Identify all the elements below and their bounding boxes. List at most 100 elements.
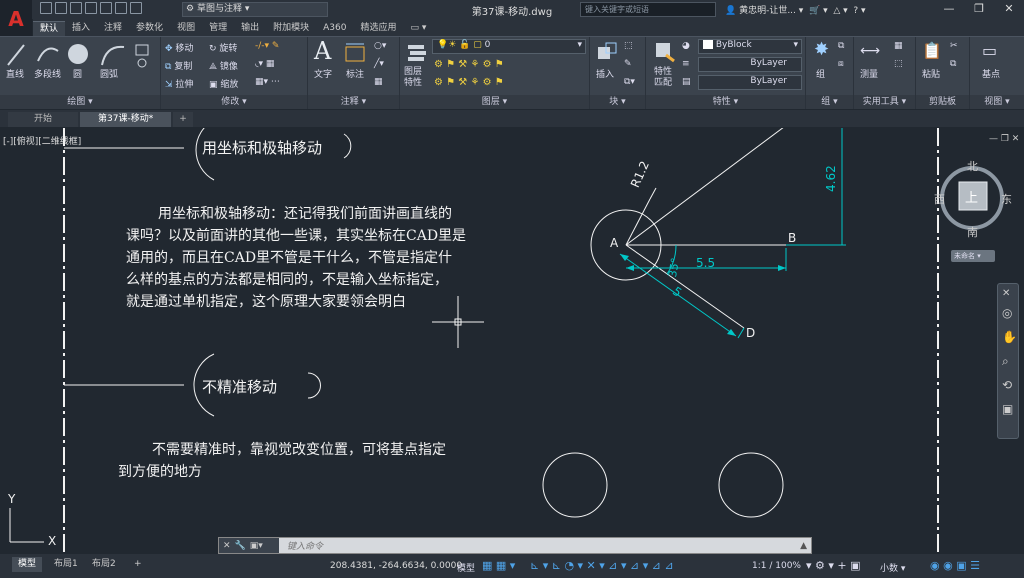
calculator-icon[interactable]: ▦ — [894, 41, 903, 51]
maximize-button[interactable]: ❐ — [964, 0, 994, 19]
scale-button[interactable]: ▣ 缩放 — [209, 77, 238, 90]
tab-addins[interactable]: 附加模块 — [266, 21, 316, 36]
tab-default[interactable]: 默认 — [33, 21, 66, 36]
tab-layout2[interactable]: 布局2 — [86, 557, 122, 572]
tab-featured-apps[interactable]: 精选应用 — [353, 21, 403, 36]
edit-block-icon[interactable]: ✎ — [624, 59, 632, 69]
group-button[interactable]: 组 — [816, 67, 825, 80]
tab-start[interactable]: 开始 — [8, 112, 79, 127]
draw-panel-label[interactable]: 绘图 ▾ — [0, 95, 160, 109]
workspace-switch-icon[interactable]: ▾ ⚙ ▾ + ▣ — [806, 559, 861, 572]
showmotion-icon[interactable]: ▣ — [1002, 402, 1013, 416]
tab-parametric[interactable]: 参数化 — [129, 21, 170, 36]
layer-dropdown[interactable]: 💡☀ 🔓 ▢ 0 ▾ — [432, 39, 586, 54]
paste-icon[interactable]: 📋 — [922, 41, 942, 60]
view-panel-label[interactable]: 视图 ▾ — [970, 95, 1024, 109]
minimize-button[interactable]: — — [934, 0, 964, 19]
steering-wheel-icon[interactable]: ◎ — [1002, 306, 1012, 320]
viewcube-east[interactable]: 东 — [1001, 191, 1012, 207]
zoom-icon[interactable]: ⌕ — [1002, 354, 1009, 369]
command-close-icon[interactable]: ✕ — [223, 541, 231, 551]
list-icon[interactable]: ▤ — [682, 77, 691, 87]
linetype-dropdown[interactable]: ByLayer — [698, 57, 802, 72]
block-panel-label[interactable]: 块 ▾ — [590, 95, 645, 109]
navbar-close-icon[interactable]: ✕ — [1002, 288, 1010, 299]
tab-output[interactable]: 输出 — [234, 21, 266, 36]
tab-a360[interactable]: A360 — [316, 21, 353, 36]
workspace-select[interactable]: ⚙ 草图与注释 ▾ — [182, 2, 328, 17]
customization-icons[interactable]: ◉ ◉ ▣ ☰ — [930, 559, 980, 572]
layers-panel-label[interactable]: 图层 ▾ — [400, 95, 589, 109]
groups-panel-label[interactable]: 组 ▾ — [806, 95, 853, 109]
layer-tools-row2-icon[interactable]: ⚙ ⚑ ⚒ ⚘ ⚙ ⚑ — [434, 77, 504, 88]
utilities-panel-label[interactable]: 实用工具 ▾ — [854, 95, 915, 109]
grid-icon[interactable]: ▦ ▦ ▾ — [482, 559, 515, 572]
wcs-menu[interactable]: 未命名 ▾ — [951, 250, 995, 262]
text-icon[interactable]: A — [314, 37, 331, 65]
command-expand-icon[interactable]: ▲ — [800, 541, 811, 551]
ungroup-icon[interactable]: ⧉ — [838, 41, 844, 51]
orbit-icon[interactable]: ⟲ — [1002, 378, 1012, 392]
text-button[interactable]: 文字 — [314, 67, 332, 80]
tab-annotate[interactable]: 注释 — [97, 21, 129, 36]
command-input[interactable]: 键入命令 — [279, 539, 800, 552]
color-wheel-icon[interactable]: ◕ — [682, 41, 690, 51]
cut-icon[interactable]: ✂ — [950, 41, 958, 51]
properties-panel-label[interactable]: 特性 ▾ — [646, 95, 805, 109]
command-history-icon[interactable]: ▣▾ — [250, 541, 263, 551]
drawing-canvas[interactable]: [-][俯视][二维线框] 用坐标和极轴移动 用坐标和极轴移动：还记得我们前面讲… — [0, 128, 1024, 554]
copy-clip-icon[interactable]: ⧉ — [950, 59, 956, 69]
create-block-icon[interactable]: ⬚ — [624, 41, 633, 51]
circle-button[interactable]: 圆 — [73, 67, 82, 80]
viewcube-north[interactable]: 北 — [967, 158, 978, 174]
dimension-button[interactable]: 标注 — [346, 67, 364, 80]
group-edit-icon[interactable]: ⧈ — [838, 59, 844, 69]
new-layout-button[interactable]: + — [128, 557, 148, 572]
lineweight-dropdown[interactable]: ByLayer — [698, 75, 802, 90]
viewcube-west[interactable]: 西 — [934, 191, 945, 207]
stretch-button[interactable]: ⇲ 拉伸 — [165, 77, 193, 90]
undo-icon[interactable] — [115, 2, 127, 14]
units-dropdown[interactable]: 小数 ▾ — [880, 561, 905, 574]
plot-icon[interactable] — [100, 2, 112, 14]
clipboard-panel-label[interactable]: 剪贴板 — [916, 95, 969, 109]
rotate-button[interactable]: ↻ 旋转 — [209, 41, 237, 54]
model-space-button[interactable]: 模型 — [457, 561, 475, 574]
open-icon[interactable] — [55, 2, 67, 14]
snap-icons[interactable]: ⊾ ▾ ⊾ ◔ ▾ ✕ ▾ ⊿ ▾ ⊿ ▾ ⊿ ⊿ — [530, 559, 674, 572]
color-dropdown[interactable]: ByBlock ▾ — [698, 39, 802, 54]
redo-icon[interactable] — [130, 2, 142, 14]
measure-button[interactable]: 测量 — [860, 67, 878, 80]
pan-icon[interactable]: ✋ — [1002, 330, 1017, 344]
save-as-icon[interactable] — [85, 2, 97, 14]
copy-button[interactable]: ⧉ 复制 — [165, 59, 192, 72]
insert-button[interactable]: 插入 — [596, 67, 614, 80]
leader-icon[interactable]: ○▾ — [374, 41, 386, 51]
command-settings-icon[interactable]: 🔧 — [235, 541, 246, 551]
search-input[interactable]: 键入关键字或短语 — [580, 2, 716, 17]
save-icon[interactable] — [70, 2, 82, 14]
tab-model[interactable]: 模型 — [12, 557, 43, 572]
table-grid-icon[interactable]: ▦ — [374, 77, 383, 87]
annotation-scale[interactable]: 1:1 / 100% — [752, 561, 801, 571]
tab-layout1[interactable]: 布局1 — [48, 557, 84, 572]
block-attr-icon[interactable]: ⧉▾ — [624, 77, 635, 87]
ribbon-toggle-button[interactable]: ▭ ▾ — [403, 21, 433, 36]
mirror-button[interactable]: ⟁ 镜像 — [209, 59, 238, 72]
tab-insert[interactable]: 插入 — [65, 21, 97, 36]
viewport-window-controls[interactable]: — ❐ ✕ — [989, 134, 1019, 144]
arc-button[interactable]: 圆弧 — [100, 67, 118, 80]
viewcube-top-face[interactable]: 上 — [965, 187, 978, 206]
new-icon[interactable] — [40, 2, 52, 14]
user-account[interactable]: 👤 黄忠明-让世... ▾ 🛒 ▾ △ ▾ ? ▾ — [725, 3, 866, 16]
trim-icon[interactable]: -/-▾ ✎ — [255, 41, 279, 51]
fillet-icon[interactable]: ◟▾ ▦ — [255, 59, 274, 69]
select-all-icon[interactable]: ⬚ — [894, 59, 903, 69]
base-view-icon[interactable]: ▭ — [982, 41, 997, 60]
close-button[interactable]: ✕ — [994, 0, 1024, 19]
annotation-panel-label[interactable]: 注释 ▾ — [308, 95, 399, 109]
cursor-coordinates[interactable]: 208.4381, -264.6634, 0.0000 — [330, 561, 462, 571]
match-properties-button[interactable]: 特性匹配 — [654, 67, 680, 89]
polyline-button[interactable]: 多段线 — [34, 67, 61, 80]
line-button[interactable]: 直线 — [6, 67, 24, 80]
